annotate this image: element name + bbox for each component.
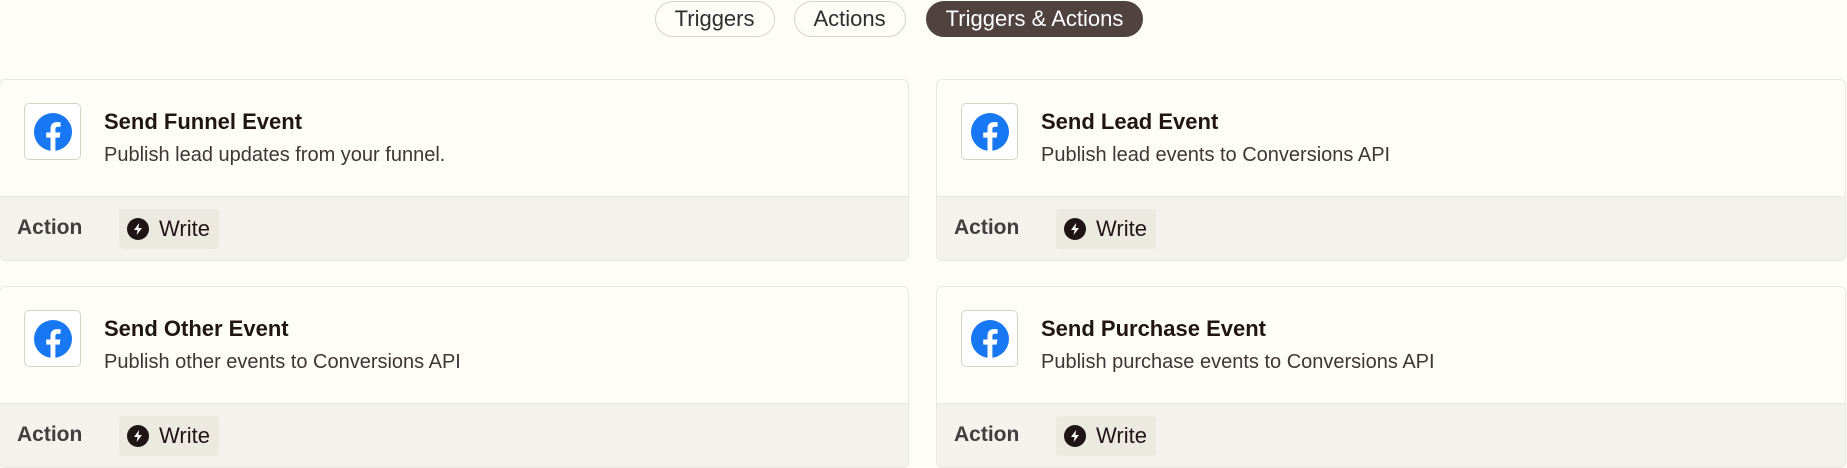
facebook-icon: [970, 319, 1009, 358]
write-badge: Write: [119, 209, 219, 249]
card-title: Send Purchase Event: [1041, 316, 1266, 341]
bolt-icon: [1064, 218, 1086, 240]
card-title: Send Lead Event: [1041, 109, 1219, 134]
write-badge: Write: [1056, 416, 1156, 456]
app-logo: [961, 103, 1018, 160]
card-header: Send Funnel Event Publish lead updates f…: [0, 80, 908, 196]
tab-triggers[interactable]: Triggers: [654, 1, 775, 37]
card-header: Send Lead Event Publish lead events to C…: [937, 80, 1845, 196]
app-logo: [961, 310, 1018, 367]
card-description: Publish purchase events to Conversions A…: [1041, 351, 1435, 373]
facebook-icon: [970, 112, 1009, 151]
facebook-icon: [33, 319, 72, 358]
action-card-send-lead-event[interactable]: Send Lead Event Publish lead events to C…: [936, 79, 1846, 261]
card-type-label: Action: [954, 216, 1020, 239]
card-footer: Action Write: [0, 196, 908, 260]
card-footer: Action Write: [937, 196, 1845, 260]
tab-actions[interactable]: Actions: [793, 1, 906, 37]
bolt-icon: [127, 425, 149, 447]
write-badge: Write: [1056, 209, 1156, 249]
card-type-label: Action: [17, 216, 83, 239]
app-logo: [24, 103, 81, 160]
card-type-label: Action: [954, 423, 1020, 446]
card-description: Publish lead updates from your funnel.: [104, 144, 446, 166]
card-description: Publish lead events to Conversions API: [1041, 144, 1391, 166]
action-card-send-other-event[interactable]: Send Other Event Publish other events to…: [0, 286, 909, 468]
card-footer: Action Write: [937, 403, 1845, 467]
app-logo: [24, 310, 81, 367]
card-footer: Action Write: [0, 403, 908, 467]
action-card-send-funnel-event[interactable]: Send Funnel Event Publish lead updates f…: [0, 79, 909, 261]
facebook-icon: [33, 112, 72, 151]
card-header: Send Other Event Publish other events to…: [0, 287, 908, 403]
tab-triggers-and-actions[interactable]: Triggers & Actions: [925, 1, 1144, 37]
badge-label: Write: [159, 216, 210, 241]
card-header: Send Purchase Event Publish purchase eve…: [937, 287, 1845, 403]
write-badge: Write: [119, 416, 219, 456]
action-card-send-purchase-event[interactable]: Send Purchase Event Publish purchase eve…: [936, 286, 1846, 468]
filter-tabs: Triggers Actions Triggers & Actions: [0, 1, 1847, 37]
card-type-label: Action: [17, 423, 83, 446]
badge-label: Write: [159, 423, 210, 448]
badge-label: Write: [1096, 423, 1147, 448]
card-description: Publish other events to Conversions API: [104, 351, 461, 373]
card-title: Send Other Event: [104, 316, 289, 341]
bolt-icon: [127, 218, 149, 240]
card-title: Send Funnel Event: [104, 109, 303, 134]
badge-label: Write: [1096, 216, 1147, 241]
bolt-icon: [1064, 425, 1086, 447]
